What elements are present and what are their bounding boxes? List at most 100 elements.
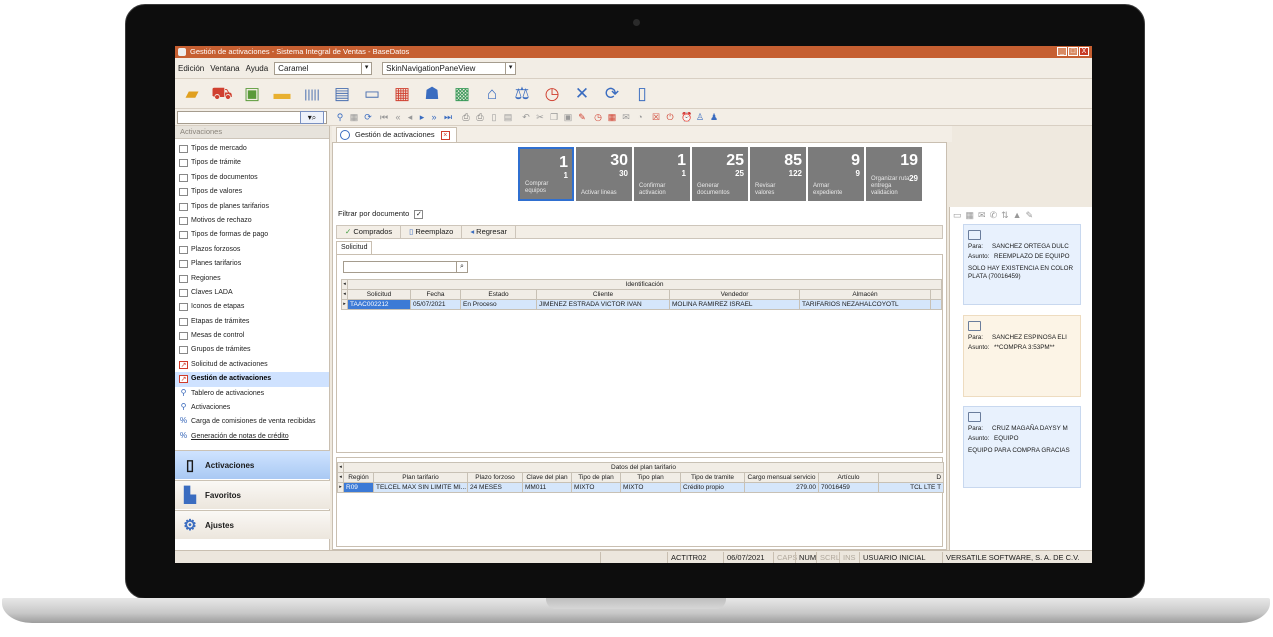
column-header[interactable]: Solicitud [347, 289, 411, 300]
sidebar-item-etapas-de-tramites[interactable]: Etapas de trámites [175, 315, 329, 329]
paste-icon[interactable]: ▣ [563, 112, 573, 122]
column-header[interactable]: Cliente [536, 289, 670, 300]
power-icon[interactable]: ⏻ [665, 112, 675, 122]
sidebar-item-mesas-de-control[interactable]: Mesas de control [175, 329, 329, 343]
phone-icon[interactable]: ▯ [631, 84, 653, 104]
table-cell[interactable]: MM011 [522, 482, 572, 493]
column-header[interactable]: Artículo [818, 472, 879, 483]
table-cell[interactable]: TCL LTE T [877, 482, 945, 493]
column-header[interactable]: Almacén [799, 289, 931, 300]
menu-edicion[interactable]: Edición [178, 64, 204, 73]
tile-activar-lineas[interactable]: 30 30 Activar lineas [576, 147, 632, 201]
close-icon[interactable]: × [440, 130, 450, 140]
table-cell[interactable]: TELCEL MAX SIN LIMITE MI... [373, 482, 468, 493]
sidebar-item-motivos-de-rechazo[interactable]: Motivos de rechazo [175, 214, 329, 228]
table-cell[interactable]: R09 [343, 482, 374, 493]
cut-icon[interactable]: ✂ [535, 112, 545, 122]
sidebar-item-tipos-de-formas-de-pago[interactable]: Tipos de formas de pago [175, 228, 329, 242]
nav-button-ajustes[interactable]: ⚙ Ajustes [175, 510, 330, 539]
table-cell[interactable]: En Proceso [460, 299, 537, 310]
cancel-icon[interactable]: ☒ [651, 112, 661, 122]
prev-icon[interactable]: ◂ [405, 112, 415, 122]
sidebar-item-tipos-de-mercado[interactable]: Tipos de mercado [175, 142, 329, 156]
table-cell[interactable]: 05/07/2021 [410, 299, 461, 310]
table-cell[interactable]: 70016459 [818, 482, 879, 493]
sidebar-item-iconos-de-etapas[interactable]: Iconos de etapas [175, 300, 329, 314]
users-icon[interactable]: ♟ [709, 112, 719, 122]
card-check-icon[interactable]: ▣ [241, 84, 263, 104]
column-header[interactable]: Tipo plan [620, 472, 681, 483]
print-icon[interactable]: ⎙ [461, 112, 471, 122]
column-header[interactable]: Fecha [410, 289, 461, 300]
table-cell[interactable]: TAAC002212 [347, 299, 411, 310]
id-card-icon[interactable]: ▭ [361, 84, 383, 104]
column-header[interactable]: Estado [460, 289, 537, 300]
undo-icon[interactable]: ↶ [521, 112, 531, 122]
history-icon[interactable]: ◔ [635, 112, 645, 122]
sidebar-item-carga-de-comisiones[interactable]: % Carga de comisiones de venta recibidas [175, 415, 329, 429]
regresar-button[interactable]: ◂ Regresar [462, 226, 517, 238]
clock-icon[interactable]: ◷ [541, 84, 563, 104]
column-header[interactable]: Cargo mensual servicio [744, 472, 819, 483]
sidebar-item-regiones[interactable]: Regiones [175, 272, 329, 286]
refresh-icon[interactable]: ⟳ [363, 112, 373, 122]
table-cell[interactable]: 24 MESES [467, 482, 523, 493]
user-icon[interactable]: ♙ [695, 112, 705, 122]
view-select[interactable]: SkinNavigationPaneView ▾ [382, 61, 517, 75]
column-header[interactable]: Clave del plan [522, 472, 572, 483]
binoculars-icon[interactable]: ⚲ [335, 112, 345, 122]
document-stack-icon[interactable]: ▦ [391, 84, 413, 104]
grid-icon[interactable]: ▦ [349, 112, 359, 122]
sync-icon[interactable]: ⟳ [601, 84, 623, 104]
document-icon[interactable]: ▤ [331, 84, 353, 104]
tools-icon[interactable]: ✕ [571, 84, 593, 104]
tab-gestion-de-activaciones[interactable]: Gestión de activaciones × [336, 127, 457, 142]
column-header[interactable]: Tipo de plan [571, 472, 621, 483]
money-icon[interactable]: ▩ [451, 84, 473, 104]
eraser-icon[interactable]: ✎ [577, 112, 587, 122]
column-header[interactable]: D [877, 472, 945, 483]
table-cell[interactable]: JIMENEZ ESTRADA VICTOR IVAN [536, 299, 670, 310]
sidebar-item-activaciones[interactable]: ⚲ Activaciones [175, 401, 329, 415]
sidebar-item-solicitud-de-activaciones[interactable]: ↗ Solicitud de activaciones [175, 358, 329, 372]
table-cell[interactable]: Crédito propio [680, 482, 745, 493]
alarm-icon[interactable]: ⏰ [681, 112, 692, 122]
column-header[interactable]: Vendedor [669, 289, 800, 300]
next-page-icon[interactable]: » [429, 112, 439, 122]
tile-organizar-ruta[interactable]: 19 29 Organizar ruta entrega validacion [866, 147, 922, 201]
sidebar-item-tipos-de-documentos[interactable]: Tipos de documentos [175, 171, 329, 185]
folder-icon[interactable]: ▰ [181, 84, 203, 104]
sidebar-item-planes-tarifarios[interactable]: Planes tarifarios [175, 257, 329, 271]
note-card[interactable]: Para: CRUZ MAGAÑA DAYSY M Asunto: EQUIPO E… [963, 406, 1081, 488]
warning-icon[interactable]: ▲ [1013, 210, 1022, 220]
calendar-icon[interactable]: ▦ [607, 112, 617, 122]
reemplazo-button[interactable]: ▯ Reemplazo [401, 226, 463, 238]
nav-button-favoritos[interactable]: ▙ Favoritos [175, 480, 330, 509]
column-header[interactable]: Región [343, 472, 374, 483]
nav-button-activaciones[interactable]: ▯ Activaciones [175, 450, 330, 479]
note-card[interactable]: Para: SANCHEZ ESPINOSA ELI Asunto: **COMPR… [963, 315, 1081, 397]
tile-revisar-valores[interactable]: 85 122 Revisar valores [750, 147, 806, 201]
table-cell[interactable]: 279.00 [744, 482, 819, 493]
folder-open-icon[interactable]: ▬ [271, 84, 293, 104]
sidebar-item-tipos-de-tramite[interactable]: Tipos de trámite [175, 156, 329, 170]
menu-ayuda[interactable]: Ayuda [246, 64, 269, 73]
close-button[interactable]: X [1079, 47, 1089, 56]
sidebar-item-tipos-de-planes-tarifarios[interactable]: Tipos de planes tarifarios [175, 200, 329, 214]
maximize-button[interactable]: □ [1068, 47, 1078, 56]
table-cell[interactable]: MIXTO [620, 482, 681, 493]
tile-armar-expediente[interactable]: 9 9 Armar expediente [808, 147, 864, 201]
sidebar-item-claves-lada[interactable]: Claves LADA [175, 286, 329, 300]
mail-icon[interactable]: ✉ [978, 210, 986, 221]
phone-icon[interactable]: ✆ [990, 210, 998, 221]
chevron-down-icon[interactable]: ▾ [361, 62, 371, 74]
clock-icon[interactable]: ◷ [593, 112, 603, 122]
column-header[interactable]: Tipo de tramite [680, 472, 745, 483]
minimize-button[interactable]: _ [1057, 47, 1067, 56]
table-row[interactable]: ▸ R09 TELCEL MAX SIN LIMITE MI... 24 MES… [337, 482, 945, 493]
filter-checkbox[interactable]: ✓ [414, 209, 424, 219]
sidebar-item-plazos-forzosos[interactable]: Plazos forzosos [175, 243, 329, 257]
sidebar-item-tablero-de-activaciones[interactable]: ⚲ Tablero de activaciones [175, 387, 329, 401]
barcode-icon[interactable]: ||||| [301, 84, 323, 104]
table-cell[interactable]: MIXTO [571, 482, 621, 493]
